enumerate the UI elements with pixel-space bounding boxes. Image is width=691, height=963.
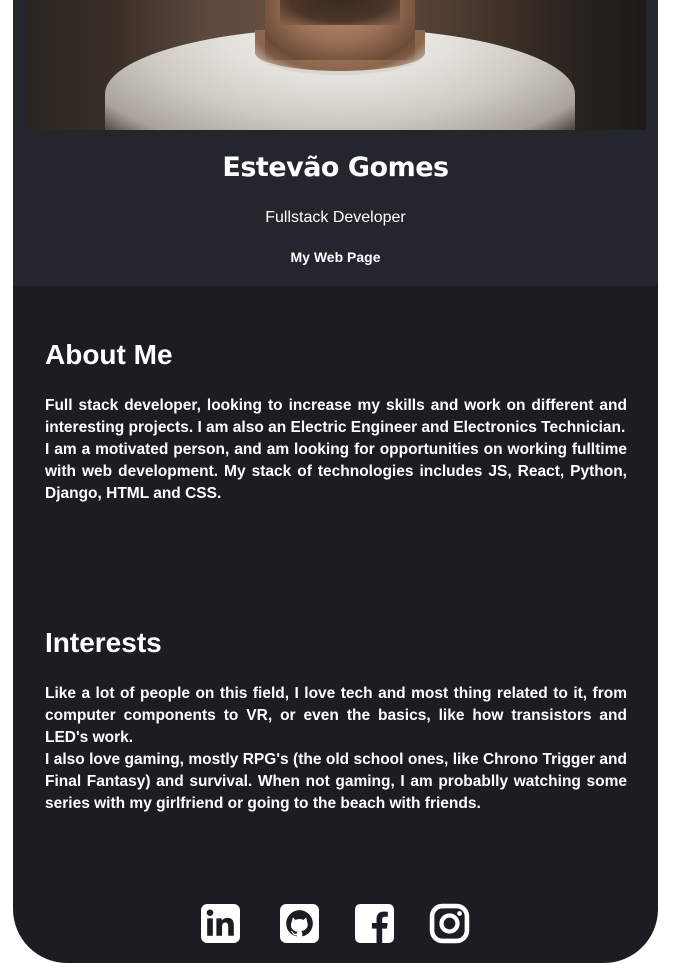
interests-paragraph: I also love gaming, mostly RPG's (the ol… [45,751,627,812]
profile-name: Estevão Gomes [222,152,449,183]
instagram-link[interactable] [429,903,470,944]
facebook-link[interactable] [354,903,395,944]
interests-title: Interests [45,627,162,658]
github-icon [280,904,319,943]
profile-photo [25,0,646,130]
profile-role: Fullstack Developer [265,209,406,226]
instagram-icon [429,903,470,944]
web-page-link[interactable]: My Web Page [13,249,658,265]
social-links [13,903,658,945]
profile-header: Estevão Gomes Fullstack Developer My Web… [13,0,658,286]
about-paragraph: Full stack developer, looking to increas… [45,397,627,436]
profile-card: Estevão Gomes Fullstack Developer My Web… [13,0,658,963]
about-text: Full stack developer, looking to increas… [45,395,627,505]
facebook-icon [355,904,394,943]
linkedin-link[interactable] [200,903,241,944]
github-link[interactable] [279,903,320,944]
linkedin-icon [201,904,240,943]
about-paragraph: I am a motivated person, and am looking … [45,441,627,502]
interests-text: Like a lot of people on this field, I lo… [45,683,627,815]
about-title: About Me [45,339,173,370]
interests-paragraph: Like a lot of people on this field, I lo… [45,685,627,746]
